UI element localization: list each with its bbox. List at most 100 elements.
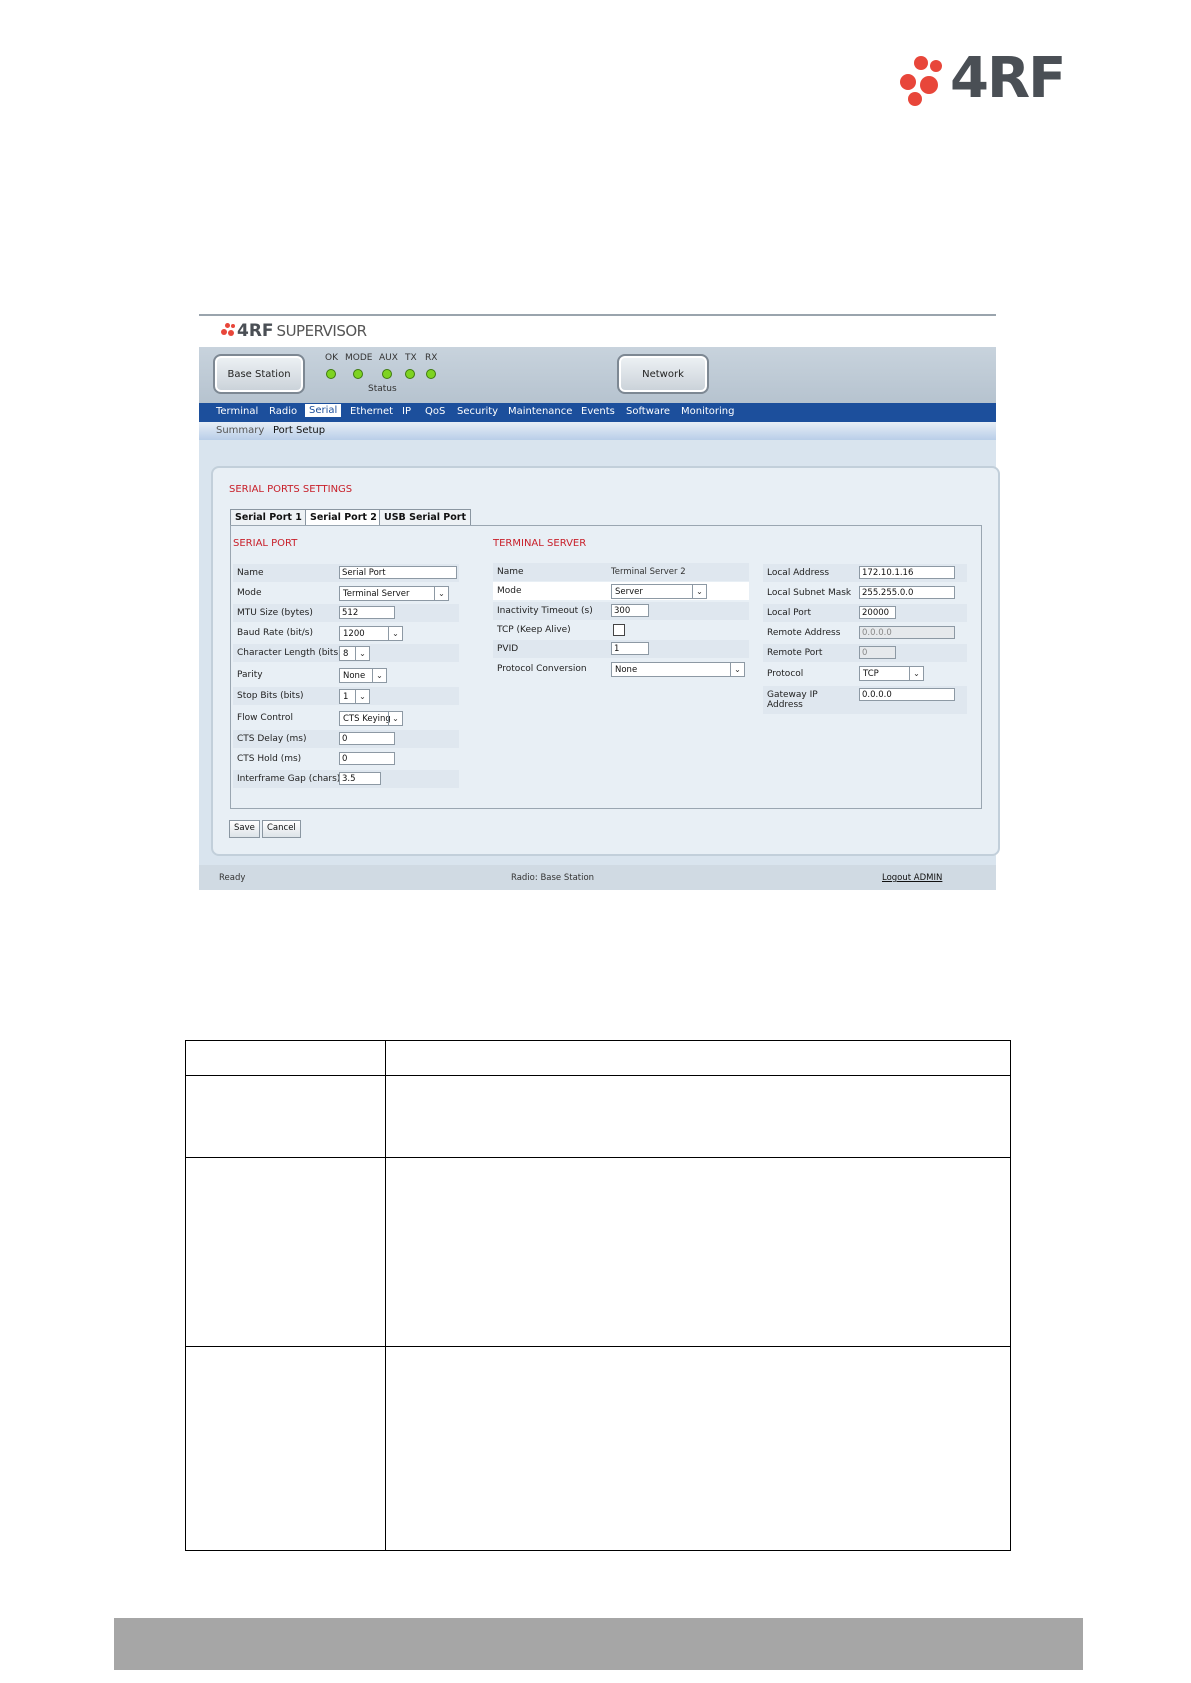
led-label-aux: AUX (379, 353, 398, 363)
base-station-button[interactable]: Base Station (213, 354, 305, 394)
chevron-down-icon: ⌄ (692, 585, 706, 598)
name-input[interactable]: Serial Port (339, 566, 457, 579)
network-button[interactable]: Network (617, 354, 709, 394)
row-gap: Interframe Gap (chars) 3.5 (233, 770, 459, 788)
local-address-input[interactable]: 172.10.1.16 (859, 566, 955, 579)
chevron-down-icon: ⌄ (388, 627, 402, 640)
chevron-down-icon: ⌄ (388, 712, 402, 725)
pvid-input[interactable]: 1 (611, 642, 649, 655)
row-remote-port: Remote Port 0 (763, 644, 967, 662)
row-gateway: Gateway IP Address 0.0.0.0 (763, 686, 967, 714)
panel-title: SERIAL PORTS SETTINGS (229, 484, 353, 495)
row-ctshold: CTS Hold (ms) 0 (233, 750, 459, 768)
app-screenshot: 4RF SUPERVISOR Base Station OK MODE AUX T… (199, 314, 1000, 890)
protocol-select[interactable]: TCP ⌄ (859, 666, 924, 681)
ctshold-input[interactable]: 0 (339, 752, 395, 765)
parity-select[interactable]: None ⌄ (339, 668, 387, 683)
row-baud: Baud Rate (bit/s) 1200 ⌄ (233, 624, 459, 642)
main-nav: Terminal Radio Serial Ethernet IP QoS Se… (199, 403, 996, 422)
led-ok-icon (326, 369, 336, 379)
baud-select[interactable]: 1200 ⌄ (339, 626, 403, 641)
nav-maintenance[interactable]: Maintenance (508, 406, 572, 417)
remote-address-input[interactable]: 0.0.0.0 (859, 626, 955, 639)
terminal-server-title: TERMINAL SERVER (493, 538, 587, 549)
stopbits-select[interactable]: 1 ⌄ (339, 689, 370, 704)
row-ctsdelay: CTS Delay (ms) 0 (233, 730, 459, 748)
chevron-down-icon: ⌄ (355, 647, 369, 660)
logout-link[interactable]: Logout ADMIN (882, 873, 942, 883)
table-cell (185, 1157, 386, 1347)
nav-serial[interactable]: Serial (305, 404, 342, 417)
cancel-button[interactable]: Cancel (262, 820, 301, 838)
table-cell (185, 1075, 386, 1158)
settings-panel: SERIAL PORTS SETTINGS Serial Port 1 Seri… (211, 466, 1000, 856)
nav-monitoring[interactable]: Monitoring (681, 406, 734, 417)
row-subnet: Local Subnet Mask 255.255.0.0 (763, 584, 967, 602)
fields-box: SERIAL PORT Name Serial Port Mode Termin… (230, 525, 982, 809)
led-mode-icon (353, 369, 363, 379)
nav-software[interactable]: Software (626, 406, 670, 417)
chevron-down-icon: ⌄ (434, 587, 448, 600)
ts-name-value: Terminal Server 2 (611, 567, 686, 577)
led-label-tx: TX (405, 353, 417, 363)
row-protocol-conversion: Protocol Conversion None ⌄ (493, 660, 749, 678)
local-port-input[interactable]: 20000 (859, 606, 896, 619)
table-cell (385, 1157, 1011, 1347)
description-table (185, 1040, 1011, 1551)
row-tcp-keepalive: TCP (Keep Alive) (493, 621, 749, 639)
inactivity-input[interactable]: 300 (611, 604, 649, 617)
brand-logo-text: 4RF (950, 46, 1066, 111)
row-remote-address: Remote Address 0.0.0.0 (763, 624, 967, 642)
nav-events[interactable]: Events (581, 406, 615, 417)
row-stopbits: Stop Bits (bits) 1 ⌄ (233, 687, 459, 705)
row-mtu: MTU Size (bytes) 512 (233, 604, 459, 622)
remote-port-input[interactable]: 0 (859, 646, 896, 659)
row-local-address: Local Address 172.10.1.16 (763, 564, 967, 582)
row-mode: Mode Terminal Server ⌄ (233, 584, 459, 602)
brand-logo: 4RF (900, 46, 1075, 112)
nav-security[interactable]: Security (457, 406, 498, 417)
tcp-keepalive-checkbox[interactable] (613, 624, 625, 636)
row-ts-name: Name Terminal Server 2 (493, 563, 749, 581)
chevron-down-icon: ⌄ (730, 663, 744, 676)
status-label: Status (368, 384, 397, 394)
charlen-select[interactable]: 8 ⌄ (339, 646, 370, 661)
mode-select[interactable]: Terminal Server ⌄ (339, 586, 449, 601)
status-radio: Radio: Base Station (511, 873, 595, 883)
save-button[interactable]: Save (229, 820, 260, 838)
nav-radio[interactable]: Radio (269, 406, 297, 417)
row-inactivity: Inactivity Timeout (s) 300 (493, 602, 749, 620)
toolbar: Base Station OK MODE AUX TX RX Status Ne… (199, 347, 996, 403)
nav-terminal[interactable]: Terminal (216, 406, 258, 417)
row-pvid: PVID 1 (493, 640, 749, 658)
page-footer-bar (114, 1618, 1083, 1670)
chevron-down-icon: ⌄ (355, 690, 369, 703)
chevron-down-icon: ⌄ (372, 669, 386, 682)
gap-input[interactable]: 3.5 (339, 772, 381, 785)
led-tx-icon (405, 369, 415, 379)
nav-ethernet[interactable]: Ethernet (350, 406, 393, 417)
row-flow: Flow Control CTS Keying ⌄ (233, 709, 459, 727)
protocol-conversion-select[interactable]: None ⌄ (611, 662, 745, 677)
brand-logo-icon (900, 56, 946, 106)
row-charlen: Character Length (bits) 8 ⌄ (233, 644, 459, 662)
led-aux-icon (382, 369, 392, 379)
serial-port-title: SERIAL PORT (233, 538, 298, 549)
nav-ip[interactable]: IP (402, 406, 411, 417)
nav-qos[interactable]: QoS (425, 406, 445, 417)
row-parity: Parity None ⌄ (233, 666, 459, 684)
gateway-input[interactable]: 0.0.0.0 (859, 688, 955, 701)
supervisor-logo: 4RF SUPERVISOR (221, 321, 367, 341)
ctsdelay-input[interactable]: 0 (339, 732, 395, 745)
ts-mode-select[interactable]: Server ⌄ (611, 584, 707, 599)
led-label-rx: RX (425, 353, 438, 363)
subnet-input[interactable]: 255.255.0.0 (859, 586, 955, 599)
subnav-port-setup[interactable]: Port Setup (273, 425, 325, 436)
subnav-summary[interactable]: Summary (216, 425, 264, 436)
logo-dots-icon (221, 323, 235, 337)
row-name: Name Serial Port (233, 564, 459, 582)
status-bar: Ready Radio: Base Station Logout ADMIN (199, 865, 996, 890)
led-label-ok: OK (325, 353, 338, 363)
mtu-input[interactable]: 512 (339, 606, 395, 619)
flow-select[interactable]: CTS Keying ⌄ (339, 711, 403, 726)
